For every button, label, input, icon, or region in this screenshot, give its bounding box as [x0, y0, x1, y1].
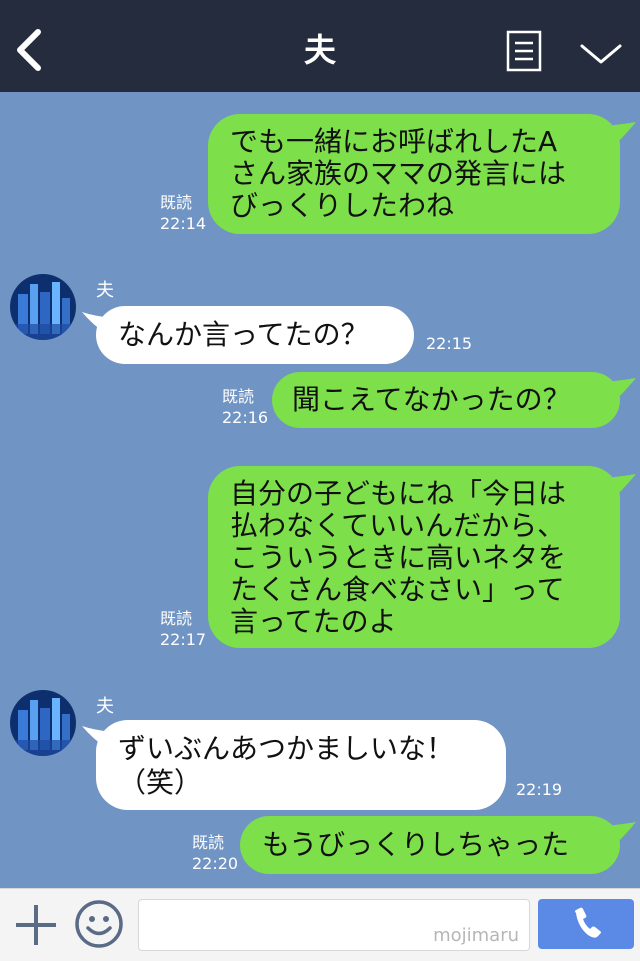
sender-name: 夫 [96, 280, 114, 301]
input-bar: mojimaru [0, 888, 640, 961]
sender-name: 夫 [96, 696, 114, 717]
read-label: 既読 [222, 387, 255, 406]
bubble-tail [606, 474, 636, 496]
message-time: 22:17 [160, 630, 207, 649]
message-bubble[interactable]: もうびっくりしちゃった [240, 816, 620, 874]
message-text: もうびっくりしちゃった [262, 828, 570, 861]
chat-title: 夫 [303, 31, 336, 69]
message-input[interactable]: mojimaru [138, 899, 530, 951]
menu-icon[interactable] [506, 30, 542, 72]
read-label: 既読 [192, 833, 225, 852]
phone-icon [575, 907, 601, 938]
read-label: 既読 [160, 193, 193, 212]
message-time: 22:16 [222, 408, 269, 427]
read-receipt: 既読 22:16 [222, 386, 268, 428]
read-label: 既読 [160, 609, 193, 628]
message-text: なんか言ってたの？ [118, 318, 369, 351]
chevron-down-icon[interactable] [578, 38, 624, 68]
avatar[interactable] [10, 690, 76, 756]
message-time: 22:19 [516, 780, 563, 799]
bubble-tail [606, 122, 636, 144]
plus-icon[interactable] [14, 903, 58, 947]
smiley-icon[interactable] [74, 899, 124, 949]
message-time: 22:20 [192, 854, 239, 873]
read-receipt: 既読 22:17 [160, 608, 206, 650]
message-bubble[interactable]: なんか言ってたの？ [96, 306, 414, 364]
message-bubble[interactable]: 自分の子どもにね「今日は 払わなくていいんだから、 こういうときに高いネタを た… [208, 466, 620, 648]
avatar-image [10, 690, 76, 756]
message-bubble[interactable]: ずいぶんあつかましいな！ （笑） [96, 720, 506, 810]
message-bubble[interactable]: でも一緒にお呼ばれしたA さん家族のママの発言には びっくりしたわね [208, 114, 620, 234]
watermark: mojimaru [433, 925, 519, 946]
message-time: 22:15 [426, 334, 473, 353]
call-button[interactable] [538, 899, 634, 949]
message-text: 聞こえてなかったの？ [292, 383, 571, 416]
bubble-tail [606, 378, 636, 400]
message-text: でも一緒にお呼ばれしたA さん家族のママの発言には びっくりしたわね [230, 125, 567, 222]
message-text: 自分の子どもにね「今日は 払わなくていいんだから、 こういうときに高いネタを た… [230, 477, 567, 638]
bubble-tail [606, 822, 636, 844]
message-bubble[interactable]: 聞こえてなかったの？ [272, 372, 620, 428]
header: 夫 [0, 0, 640, 92]
read-receipt: 既読 22:20 [192, 832, 238, 874]
avatar[interactable] [10, 274, 76, 340]
avatar-image [10, 274, 76, 340]
message-text: ずいぶんあつかましいな！ （笑） [118, 732, 455, 799]
message-time: 22:14 [160, 214, 207, 233]
read-receipt: 既読 22:14 [160, 192, 206, 234]
